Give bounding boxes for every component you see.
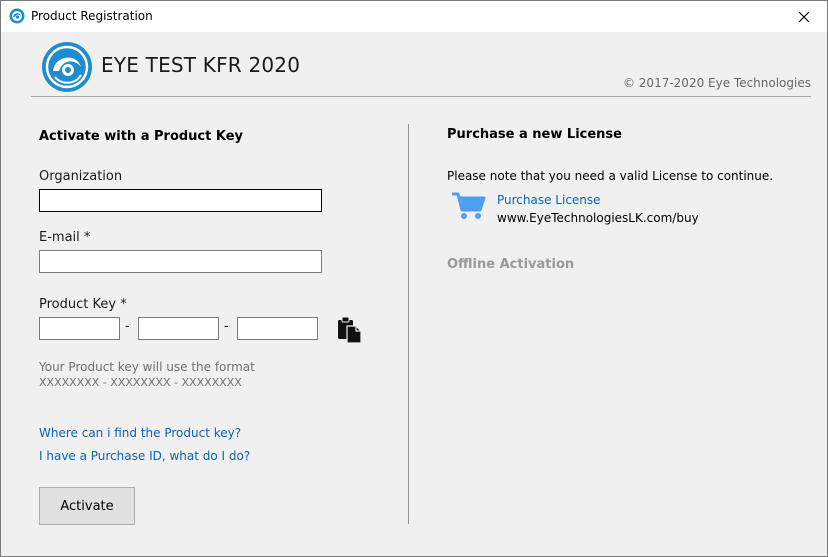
close-button[interactable] [781, 1, 827, 32]
find-product-key-link[interactable]: Where can i find the Product key? [39, 426, 241, 440]
eye-logo-icon [42, 42, 92, 92]
purchase-url: www.EyeTechnologiesLK.com/buy [497, 211, 699, 225]
format-example: XXXXXXXX - XXXXXXXX - XXXXXXXX [39, 376, 242, 389]
product-key-label: Product Key * [39, 297, 127, 312]
organization-field[interactable] [39, 189, 322, 212]
close-icon [798, 11, 810, 22]
purchase-license-link[interactable]: Purchase License [497, 193, 601, 207]
email-field[interactable] [39, 250, 322, 273]
offline-activation-link[interactable]: Offline Activation [447, 257, 574, 272]
license-notice: Please note that you need a valid Licens… [447, 169, 774, 183]
product-key-part-1[interactable] [39, 317, 120, 340]
product-key-part-3[interactable] [237, 317, 318, 340]
header-divider [31, 96, 811, 97]
purchase-id-link[interactable]: I have a Purchase ID, what do I do? [39, 449, 250, 463]
clipboard-paste-icon[interactable] [337, 316, 363, 344]
format-hint: Your Product key will use the format [39, 360, 255, 374]
organization-label: Organization [39, 169, 123, 184]
purchase-section-title: Purchase a new License [447, 127, 622, 142]
product-name: EYE TEST KFR 2020 [101, 53, 301, 77]
shopping-cart-icon[interactable] [451, 191, 487, 221]
activate-button[interactable]: Activate [39, 487, 135, 525]
title-bar[interactable]: Product Registration [1, 1, 827, 32]
copyright-text: © 2017-2020 Eye Technologies [622, 76, 811, 90]
product-key-part-2[interactable] [138, 317, 219, 340]
key-separator: - [125, 319, 130, 334]
eye-logo-icon [9, 8, 25, 24]
key-separator: - [224, 319, 229, 334]
activate-section-title: Activate with a Product Key [39, 129, 244, 144]
product-registration-window: Product Registration EYE TEST KFR 2020 ©… [0, 0, 828, 557]
column-divider [408, 124, 409, 524]
window-title: Product Registration [31, 9, 153, 23]
email-label: E-mail * [39, 230, 91, 245]
